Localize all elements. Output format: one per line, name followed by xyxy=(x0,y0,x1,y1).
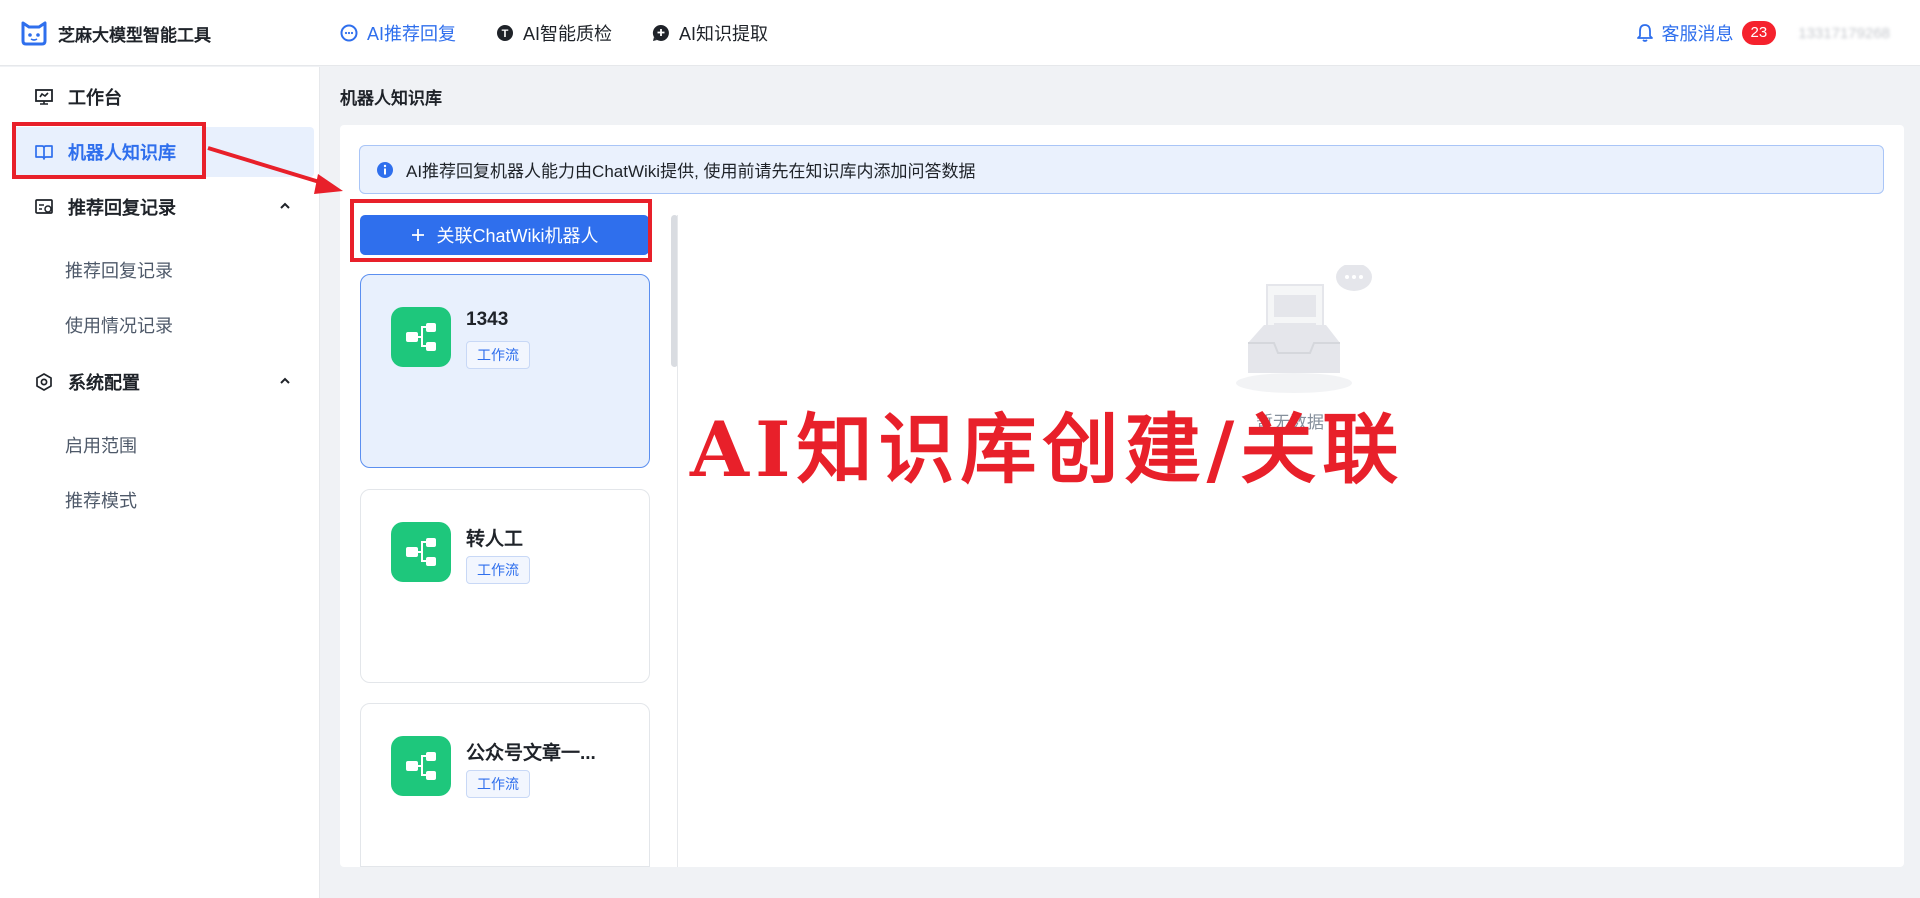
settings-icon xyxy=(36,373,52,391)
user-phone[interactable]: 13317179268 xyxy=(1798,25,1890,42)
column-divider xyxy=(677,215,678,867)
nav-label: AI推荐回复 xyxy=(367,24,457,44)
robot-card[interactable]: 公众号文章一... 工作流 xyxy=(360,703,650,867)
sidebar-subitem-usage-records[interactable]: 使用情况记录 xyxy=(65,312,173,338)
robot-type-tag: 工作流 xyxy=(466,770,530,798)
chevron-up-icon[interactable] xyxy=(278,374,292,388)
svg-text:T: T xyxy=(502,28,509,40)
robot-type-tag: 工作流 xyxy=(466,341,530,369)
robot-type-tag: 工作流 xyxy=(466,556,530,584)
robot-card[interactable]: 转人工 工作流 xyxy=(360,489,650,683)
workflow-icon xyxy=(391,522,451,582)
service-message-link[interactable]: 客服消息 xyxy=(1662,20,1734,46)
workflow-icon xyxy=(391,307,451,367)
notice-text: AI推荐回复机器人能力由ChatWiki提供, 使用前请先在知识库内添加问答数据 xyxy=(406,162,976,181)
chat-bubble-icon xyxy=(340,24,358,42)
knowledge-extract-icon xyxy=(652,24,669,41)
workflow-icon xyxy=(391,736,451,796)
annotation-caption: AI知识库创建/关联 xyxy=(690,405,1405,494)
info-icon xyxy=(377,161,393,178)
sidebar-item-reply-records[interactable]: 推荐回复记录 xyxy=(12,182,314,232)
quality-check-icon: T xyxy=(497,25,514,41)
top-nav: AI推荐回复 T AI智能质检 AI知识提取 xyxy=(340,18,768,48)
annotation-highlight-box xyxy=(12,122,206,179)
sidebar-subitem-recommend-mode[interactable]: 推荐模式 xyxy=(65,487,137,513)
nav-label: AI知识提取 xyxy=(679,24,769,44)
info-notice: AI推荐回复机器人能力由ChatWiki提供, 使用前请先在知识库内添加问答数据 xyxy=(359,145,1884,194)
record-icon xyxy=(35,199,53,214)
header-right: 客服消息 23 13317179268 xyxy=(1636,20,1890,46)
brand[interactable]: 芝麻大模型智能工具 xyxy=(20,20,211,46)
sidebar-item-label: 推荐回复记录 xyxy=(68,198,176,218)
nav-ai-knowledge-extract[interactable]: AI知识提取 xyxy=(652,18,768,48)
monitor-icon xyxy=(35,89,53,105)
annotation-highlight-box xyxy=(350,199,652,262)
chevron-up-icon[interactable] xyxy=(278,199,292,213)
sidebar-subitem-enable-scope[interactable]: 启用范围 xyxy=(65,432,137,458)
robot-name: 转人工 xyxy=(466,529,524,550)
app-logo-icon xyxy=(21,21,47,46)
sidebar-subitem-reply-records[interactable]: 推荐回复记录 xyxy=(65,257,173,283)
brand-name: 芝麻大模型智能工具 xyxy=(58,25,211,45)
page-title: 机器人知识库 xyxy=(340,89,442,108)
robot-name: 公众号文章一... xyxy=(466,743,596,764)
sidebar-item-workbench[interactable]: 工作台 xyxy=(12,72,314,122)
sidebar-item-label: 系统配置 xyxy=(68,373,140,393)
nav-ai-quality-check[interactable]: T AI智能质检 xyxy=(496,18,612,48)
message-count-badge: 23 xyxy=(1741,21,1777,45)
nav-label: AI智能质检 xyxy=(523,24,613,44)
bell-icon[interactable] xyxy=(1636,23,1654,43)
nav-ai-recommend-reply[interactable]: AI推荐回复 xyxy=(340,18,456,48)
top-header: 芝麻大模型智能工具 AI推荐回复 T AI智能质检 AI知识提取 客服消息 23… xyxy=(0,0,1920,66)
robot-name: 1343 xyxy=(466,309,509,330)
sidebar-item-system-config[interactable]: 系统配置 xyxy=(12,357,314,407)
sidebar-item-label: 工作台 xyxy=(68,88,122,108)
robot-card[interactable]: 1343 工作流 xyxy=(360,274,650,468)
sidebar: 工作台 机器人知识库 推荐回复记录 推荐回复记录 使用情况记录 系统配置 启用范… xyxy=(0,67,320,898)
